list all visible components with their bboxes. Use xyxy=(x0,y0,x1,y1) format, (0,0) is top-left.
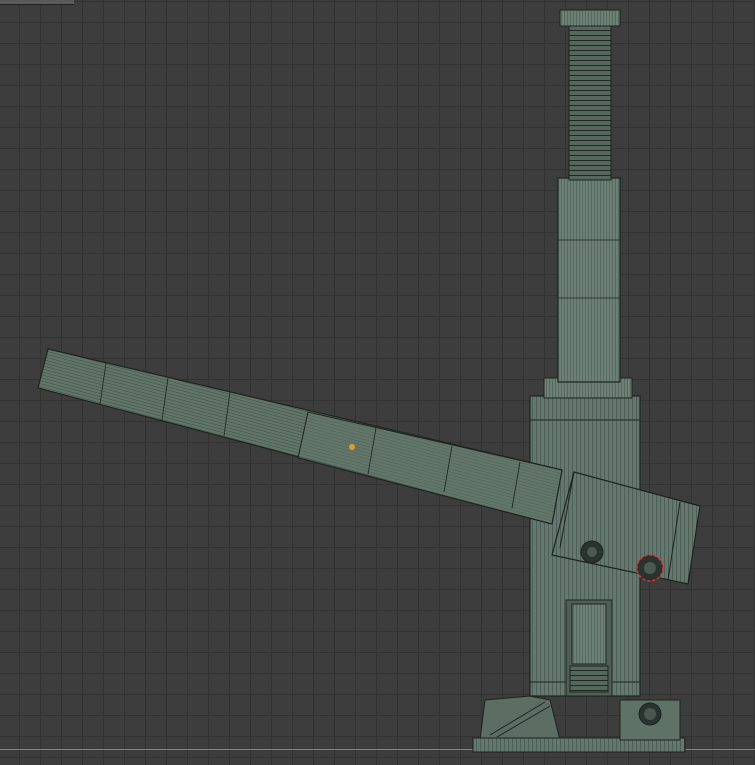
3d-viewport[interactable] xyxy=(0,0,755,765)
object-origin-icon xyxy=(349,444,355,450)
threaded-screw[interactable] xyxy=(568,25,612,181)
jack-ram[interactable] xyxy=(557,177,621,383)
screw-cap[interactable] xyxy=(559,9,621,27)
jack-model-scene[interactable] xyxy=(0,0,755,765)
handle-tube[interactable] xyxy=(37,348,563,525)
pump-plunger[interactable] xyxy=(569,603,609,693)
jack-base[interactable] xyxy=(472,695,686,753)
